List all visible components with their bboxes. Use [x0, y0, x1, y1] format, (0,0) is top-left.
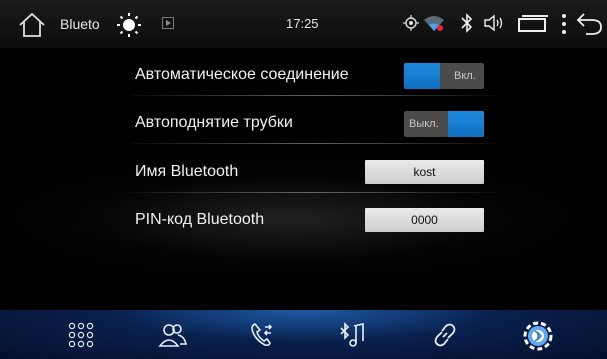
row-auto-connect: Автоматическое соединение Вкл.: [131, 56, 495, 96]
auto-answer-toggle[interactable]: Выкл.: [404, 111, 484, 137]
bt-music-icon[interactable]: [328, 310, 378, 359]
bluetooth-icon: [460, 13, 474, 33]
wifi-icon: [423, 14, 445, 32]
bt-pin-field[interactable]: 0000: [365, 208, 484, 232]
home-icon[interactable]: [18, 12, 46, 38]
media-play-icon: [162, 17, 174, 29]
brightness-icon[interactable]: [116, 12, 142, 38]
keypad-icon[interactable]: [56, 310, 106, 359]
back-icon[interactable]: [576, 11, 604, 37]
bt-name-field[interactable]: kost: [365, 160, 484, 184]
volume-icon[interactable]: [483, 14, 505, 32]
link-icon[interactable]: [420, 310, 470, 359]
divider: [131, 192, 495, 193]
bluetooth-settings-panel: Автоматическое соединение Вкл. Автоподня…: [0, 48, 607, 310]
bt-name-label: Имя Bluetooth: [135, 163, 239, 180]
window-title: Blueto: [60, 16, 100, 32]
auto-answer-label: Автоподнятие трубки: [135, 114, 293, 131]
call-log-icon[interactable]: [238, 310, 288, 359]
gps-icon: [403, 15, 419, 31]
row-auto-answer: Автоподнятие трубки Выкл.: [131, 104, 495, 144]
divider: [131, 95, 495, 96]
settings-gear-icon[interactable]: [512, 310, 562, 359]
toggle-state-text: Выкл.: [409, 118, 439, 130]
divider: [131, 143, 495, 144]
bottom-dock: [0, 310, 607, 359]
toggle-thumb: [404, 63, 440, 89]
toggle-thumb: [448, 111, 484, 137]
toggle-state-text: Вкл.: [454, 70, 476, 82]
bt-pin-label: PIN-код Bluetooth: [135, 211, 265, 228]
contacts-icon[interactable]: [147, 310, 197, 359]
auto-connect-toggle[interactable]: Вкл.: [404, 63, 484, 89]
row-bt-pin: PIN-код Bluetooth 0000: [135, 201, 491, 241]
status-bar: Blueto 17:25: [0, 0, 607, 48]
recent-apps-icon[interactable]: [517, 14, 549, 34]
row-bt-name: Имя Bluetooth kost: [131, 153, 495, 193]
more-menu-icon[interactable]: [560, 12, 568, 36]
auto-connect-label: Автоматическое соединение: [135, 66, 349, 83]
clock: 17:25: [286, 16, 319, 31]
